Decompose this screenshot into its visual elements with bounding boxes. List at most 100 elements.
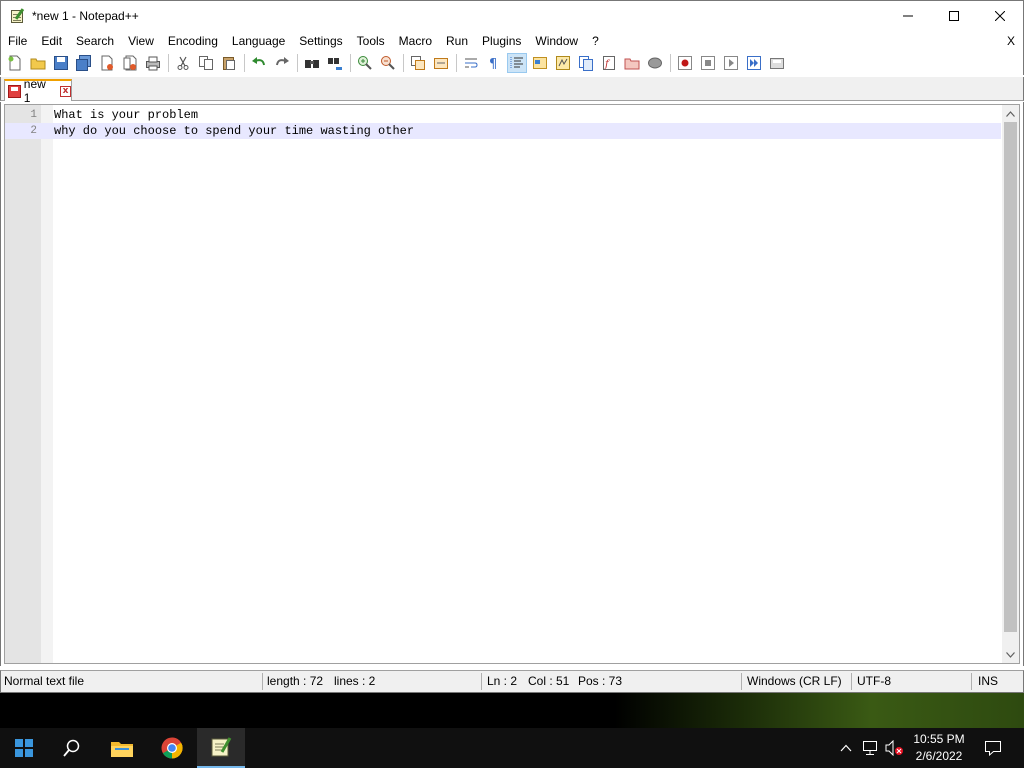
menu-plugins[interactable]: Plugins bbox=[475, 31, 528, 51]
system-clock[interactable]: 10:55 PM 2/6/2022 bbox=[900, 731, 978, 765]
zoom-in-button[interactable] bbox=[355, 53, 375, 73]
replace-button[interactable] bbox=[325, 53, 345, 73]
tab-close-icon[interactable]: x bbox=[60, 85, 71, 97]
fast-forward-icon bbox=[747, 56, 761, 70]
windows-logo-icon bbox=[15, 739, 33, 757]
title-bar[interactable]: *new 1 - Notepad++ bbox=[0, 0, 1024, 31]
menu-search[interactable]: Search bbox=[69, 31, 121, 51]
toolbar-separator bbox=[670, 54, 671, 72]
menu-encoding[interactable]: Encoding bbox=[161, 31, 225, 51]
pilcrow-icon: ¶ bbox=[489, 57, 497, 71]
scroll-thumb[interactable] bbox=[1004, 122, 1017, 632]
status-insert-mode[interactable]: INS bbox=[978, 671, 998, 692]
save-macro-button[interactable] bbox=[767, 53, 787, 73]
toolbar-separator bbox=[456, 54, 457, 72]
scroll-down-button[interactable] bbox=[1002, 646, 1019, 663]
line-text: What is your problem bbox=[54, 108, 199, 122]
close-icon bbox=[995, 11, 1005, 21]
menu-help[interactable]: ? bbox=[585, 31, 606, 51]
save-all-button[interactable] bbox=[74, 53, 94, 73]
record-icon bbox=[678, 56, 692, 70]
monitoring-button[interactable] bbox=[645, 53, 665, 73]
find-icon bbox=[305, 60, 319, 68]
menu-macro[interactable]: Macro bbox=[392, 31, 439, 51]
status-bar: Normal text file length : 72 lines : 2 L… bbox=[0, 670, 1024, 693]
scroll-up-button[interactable] bbox=[1002, 105, 1019, 122]
start-button[interactable] bbox=[0, 728, 48, 768]
undo-button[interactable] bbox=[249, 53, 269, 73]
fold-margin[interactable] bbox=[41, 105, 53, 663]
open-file-button[interactable] bbox=[28, 53, 48, 73]
menu-run[interactable]: Run bbox=[439, 31, 475, 51]
play-icon bbox=[724, 56, 738, 70]
indent-guide-button[interactable] bbox=[507, 53, 527, 73]
action-center-button[interactable] bbox=[978, 728, 1008, 768]
document-map-button[interactable] bbox=[553, 53, 573, 73]
close-all-icon bbox=[123, 55, 137, 71]
status-column: Col : 51 bbox=[528, 674, 570, 688]
notepad-plus-plus-taskbar-button[interactable] bbox=[197, 728, 245, 768]
maximize-button[interactable] bbox=[931, 1, 977, 32]
editor-line-current[interactable]: 2 why do you choose to spend your time w… bbox=[5, 123, 1001, 139]
network-icon bbox=[863, 741, 877, 755]
menu-language[interactable]: Language bbox=[225, 31, 292, 51]
status-divider bbox=[971, 673, 972, 690]
folder-as-workspace-button[interactable] bbox=[622, 53, 642, 73]
function-list-button[interactable]: f bbox=[599, 53, 619, 73]
new-file-button[interactable] bbox=[5, 53, 25, 73]
word-wrap-icon bbox=[465, 58, 478, 68]
window-controls bbox=[885, 1, 1023, 32]
save-button[interactable] bbox=[51, 53, 71, 73]
chrome-button[interactable] bbox=[148, 728, 196, 768]
redo-button[interactable] bbox=[272, 53, 292, 73]
save-macro-icon bbox=[770, 58, 784, 69]
status-divider bbox=[481, 673, 482, 690]
text-editor[interactable]: 1 What is your problem 2 why do you choo… bbox=[4, 104, 1020, 664]
copy-button[interactable] bbox=[196, 53, 216, 73]
print-button[interactable] bbox=[143, 53, 163, 73]
sync-vertical-button[interactable] bbox=[408, 53, 428, 73]
folder-icon bbox=[111, 742, 133, 757]
zoom-out-button[interactable] bbox=[378, 53, 398, 73]
close-button[interactable] bbox=[97, 53, 117, 73]
menu-view[interactable]: View bbox=[121, 31, 161, 51]
word-wrap-button[interactable] bbox=[461, 53, 481, 73]
sync-horizontal-button[interactable] bbox=[431, 53, 451, 73]
notification-icon bbox=[985, 741, 1001, 756]
menu-settings[interactable]: Settings bbox=[292, 31, 349, 51]
menu-window[interactable]: Window bbox=[528, 31, 585, 51]
line-number: 2 bbox=[30, 125, 37, 137]
document-map-icon bbox=[556, 56, 570, 70]
close-file-icon bbox=[101, 55, 113, 71]
show-hidden-icons-button[interactable] bbox=[836, 728, 856, 768]
minimize-button[interactable] bbox=[885, 1, 931, 32]
search-button[interactable] bbox=[48, 728, 96, 768]
menu-file[interactable]: File bbox=[1, 31, 34, 51]
line-number-gutter bbox=[5, 105, 41, 663]
stop-recording-button[interactable] bbox=[698, 53, 718, 73]
zoom-out-icon bbox=[381, 56, 395, 70]
vertical-scrollbar[interactable] bbox=[1002, 105, 1019, 663]
run-macro-multiple-button[interactable] bbox=[744, 53, 764, 73]
network-button[interactable] bbox=[860, 728, 882, 768]
show-all-characters-button[interactable]: ¶ bbox=[484, 53, 504, 73]
copy-icon bbox=[199, 56, 213, 70]
menu-tools[interactable]: Tools bbox=[350, 31, 392, 51]
tab-new-1[interactable]: new 1 x bbox=[4, 77, 72, 105]
record-macro-button[interactable] bbox=[675, 53, 695, 73]
menu-edit[interactable]: Edit bbox=[34, 31, 69, 51]
playback-macro-button[interactable] bbox=[721, 53, 741, 73]
find-button[interactable] bbox=[302, 53, 322, 73]
monitoring-icon bbox=[648, 57, 662, 69]
status-eol-format[interactable]: Windows (CR LF) bbox=[747, 671, 842, 692]
file-explorer-button[interactable] bbox=[98, 728, 146, 768]
user-defined-language-button[interactable] bbox=[530, 53, 550, 73]
close-document-button[interactable]: X bbox=[1007, 34, 1015, 48]
close-all-button[interactable] bbox=[120, 53, 140, 73]
cut-button[interactable] bbox=[173, 53, 193, 73]
status-encoding[interactable]: UTF-8 bbox=[857, 671, 891, 692]
close-window-button[interactable] bbox=[977, 1, 1023, 32]
paste-button[interactable] bbox=[219, 53, 239, 73]
document-list-button[interactable] bbox=[576, 53, 596, 73]
editor-line[interactable]: 1 What is your problem bbox=[5, 107, 1001, 123]
